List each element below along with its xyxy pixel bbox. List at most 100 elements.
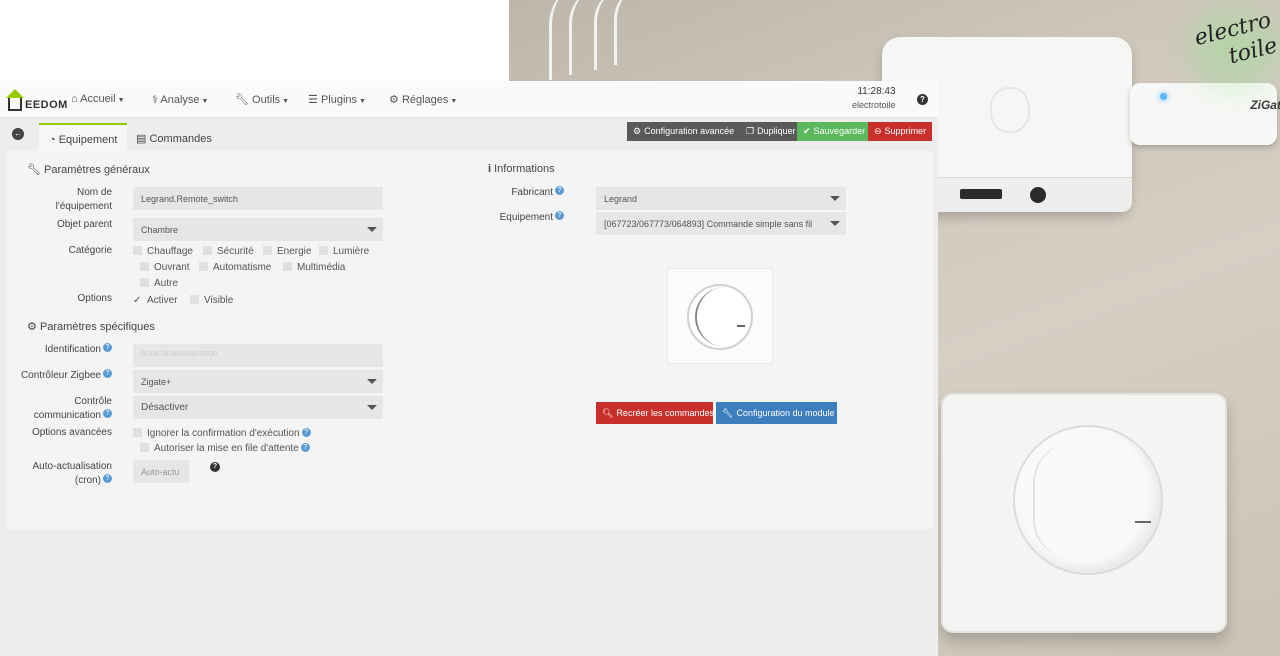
controller-label: Contrôleur Zigbee?: [2, 369, 112, 383]
dropdown-arrow-icon: [367, 379, 377, 384]
manufacturer-value: Legrand: [604, 194, 638, 204]
jeedom-logo[interactable]: EEDOM: [5, 87, 68, 111]
ignore-confirmation-checkbox[interactable]: Ignorer la confirmation d'exécution?: [133, 428, 311, 439]
checkbox: [199, 262, 208, 271]
help-icon[interactable]: ?: [300, 443, 310, 452]
dashboard-icon: ◔: [49, 134, 56, 146]
switch-mark: [1135, 521, 1151, 523]
menu-accueil[interactable]: ⌂ Accueil ▼: [71, 93, 125, 105]
caret-down-icon: ▼: [359, 98, 366, 105]
option-activer-checkbox[interactable]: ✓ Activer: [133, 295, 178, 306]
wrench-icon: 🔧︎: [722, 408, 734, 418]
name-label-line-1: Nom de: [76, 187, 112, 198]
checkbox: [283, 262, 292, 271]
help-icon[interactable]: ?: [103, 343, 112, 352]
category-lumiere[interactable]: Lumière: [319, 246, 369, 257]
identification-input[interactable]: 00:04:74:00:00:00:00:00: [133, 344, 383, 367]
menu-reglages-label: Réglages: [401, 94, 449, 106]
caret-down-icon: ▼: [117, 97, 125, 104]
auto-refresh-label: Auto-actualisation (cron)?: [2, 460, 112, 488]
category-securite[interactable]: Sécurité: [203, 246, 254, 257]
specific-title-text: Paramètres spécifiques: [39, 321, 155, 333]
allow-queue-checkbox[interactable]: Autoriser la mise en file d'attente?: [140, 443, 310, 454]
menu-outils[interactable]: 🔧︎ Outils ▼: [235, 93, 289, 106]
help-icon[interactable]: ?: [103, 409, 112, 418]
recreate-commands-button[interactable]: 🔍︎ Recréer les commandes: [596, 402, 714, 424]
tab-equipement[interactable]: ◔ Equipement: [39, 123, 128, 151]
tab-commandes[interactable]: ▤ Commandes: [126, 123, 222, 151]
allow-queue-label: Autoriser la mise en file d'attente: [154, 443, 299, 454]
options-label: Options: [77, 293, 112, 304]
back-arrow-icon[interactable]: ←: [12, 128, 24, 140]
stethoscope-icon: ⚕: [152, 94, 158, 106]
module-config-button[interactable]: 🔧︎ Configuration du module: [716, 402, 837, 424]
general-section-title: 🔧︎ Paramètres généraux: [27, 163, 150, 176]
equipment-name-input[interactable]: Legrand.Remote_switch: [133, 187, 383, 210]
parent-object-value: Chambre: [141, 225, 179, 235]
name-label: Nom de l'équipement: [2, 186, 112, 214]
save-button[interactable]: ✔ Sauvegarder: [797, 122, 868, 141]
manufacturer-label-text: Fabricant: [511, 187, 553, 198]
help-icon[interactable]: ?: [103, 474, 112, 483]
wrench-icon: 🔧︎: [235, 94, 249, 106]
advanced-config-button[interactable]: ⚙ Configuration avancée: [627, 122, 740, 141]
option-visible-checkbox[interactable]: Visible: [190, 295, 233, 306]
ignore-confirmation-label: Ignorer la confirmation d'exécution: [147, 428, 300, 439]
help-icon[interactable]: ?: [301, 428, 311, 437]
parent-object-select[interactable]: Chambre: [133, 218, 383, 241]
equipment-model-select[interactable]: [067723/067773/064893] Commande simple s…: [596, 212, 846, 235]
comm-control-select[interactable]: Désactiver: [133, 396, 383, 419]
category-multimedia[interactable]: Multimédia: [283, 262, 345, 273]
auto-refresh-input[interactable]: Auto-actu: [133, 460, 189, 483]
specific-section-title: ⚙ Paramètres spécifiques: [27, 320, 155, 333]
help-icon[interactable]: ?: [917, 94, 928, 105]
category-automatisme[interactable]: Automatisme: [199, 262, 271, 273]
equipment-model-value: [067723/067773/064893] Commande simple s…: [604, 219, 813, 229]
wireless-switch: [941, 393, 1227, 633]
brand-text: EEDOM: [25, 99, 68, 111]
question-circle-icon[interactable]: ?: [210, 462, 220, 472]
menu-plugins[interactable]: ☰ Plugins ▼: [308, 93, 366, 106]
check-circle-icon: ✔: [803, 126, 811, 136]
menu-analyse[interactable]: ⚕ Analyse ▼: [152, 93, 208, 106]
menu-reglages[interactable]: ⚙ Réglages ▼: [389, 93, 457, 106]
menu-analyse-label: Analyse: [160, 94, 200, 106]
checkbox: [133, 428, 142, 437]
top-navbar: EEDOM ⌂ Accueil ▼ ⚕ Analyse ▼ 🔧︎ Outils ▼ ☰…: [0, 81, 938, 118]
copy-icon: ❐: [746, 126, 755, 136]
category-label-text: Automatisme: [213, 262, 272, 273]
cable: [614, 0, 674, 65]
duplicate-button[interactable]: ❐ Dupliquer: [740, 122, 797, 141]
category-autre[interactable]: Autre: [140, 278, 178, 289]
power-port: [1030, 187, 1046, 203]
advanced-config-label: Configuration avancée: [644, 126, 735, 136]
house-logo-icon: [5, 89, 25, 111]
dropdown-arrow-icon: [830, 196, 840, 201]
option-activer-label: Activer: [147, 295, 178, 306]
delete-button[interactable]: ⊖ Supprimer: [868, 122, 932, 141]
clock-time: 11:28:43: [857, 86, 896, 97]
dropdown-arrow-icon: [830, 221, 840, 226]
name-label-line-2: l'équipement: [55, 201, 112, 212]
wrench-icon: 🔧︎: [27, 164, 41, 176]
manufacturer-select[interactable]: Legrand: [596, 187, 846, 210]
checkbox: [203, 246, 212, 255]
help-icon[interactable]: ?: [555, 211, 564, 220]
dropdown-arrow-icon: [367, 227, 377, 232]
category-chauffage[interactable]: Chauffage: [133, 246, 193, 257]
home-icon: ⌂: [71, 93, 78, 105]
advanced-options-label: Options avancées: [31, 427, 112, 438]
identification-value: 00:04:74:00:00:00:00:00: [141, 351, 217, 358]
category-energie[interactable]: Energie: [263, 246, 311, 257]
category-label: Catégorie: [68, 245, 112, 256]
help-icon[interactable]: ?: [103, 369, 112, 378]
category-label-text: Ouvrant: [154, 262, 190, 273]
cogs-icon: ⚙: [633, 126, 642, 136]
equipment-form: 🔧︎ Paramètres généraux Nom de l'équipeme…: [7, 151, 933, 529]
minus-circle-icon: ⊖: [874, 126, 882, 136]
module-config-label: Configuration du module: [736, 408, 835, 418]
category-ouvrant[interactable]: Ouvrant: [140, 262, 190, 273]
zigbee-controller-select[interactable]: Zigate+: [133, 370, 383, 393]
checkbox: [319, 246, 328, 255]
help-icon[interactable]: ?: [555, 186, 564, 195]
